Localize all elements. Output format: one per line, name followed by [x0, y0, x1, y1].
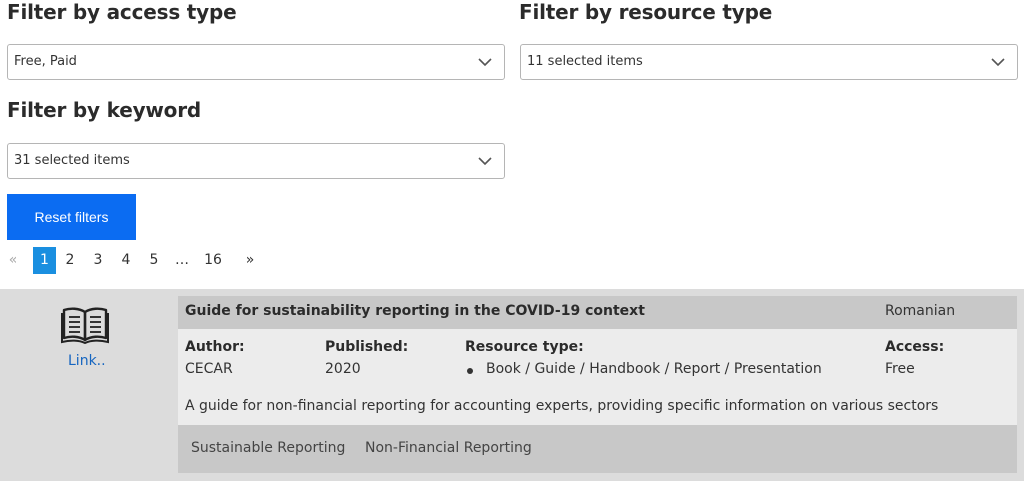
keyword-value: 31 selected items	[14, 153, 130, 168]
chevron-down-icon	[991, 58, 1005, 67]
keyword-filter-title: Filter by keyword	[7, 98, 202, 122]
pagination-page-4[interactable]: 4	[118, 247, 134, 274]
pagination-prev: «	[8, 252, 18, 268]
resource-type-label: Resource type:	[465, 339, 584, 355]
pagination-ellipsis: …	[175, 252, 189, 268]
resource-filter-title: Filter by resource type	[519, 0, 773, 24]
access-filter-title: Filter by access type	[7, 0, 237, 24]
resource-type-value: Book / Guide / Handbook / Report / Prese…	[486, 361, 822, 377]
author-label: Author:	[185, 339, 245, 355]
resource-link[interactable]: Link..	[68, 353, 106, 369]
tag-non-financial-reporting[interactable]: Non-Financial Reporting	[365, 425, 532, 471]
result-card-body: Author: CECAR Published: 2020 Resource t…	[178, 329, 1017, 425]
author-value: CECAR	[185, 361, 233, 377]
tag-sustainable-reporting[interactable]: Sustainable Reporting	[191, 425, 345, 471]
access-type-value: Free, Paid	[14, 54, 77, 69]
open-book-icon	[61, 307, 109, 344]
published-label: Published:	[325, 339, 409, 355]
pagination-page-1[interactable]: 1	[33, 247, 56, 274]
pagination-page-5[interactable]: 5	[146, 247, 162, 274]
result-card-header: Guide for sustainability reporting in th…	[178, 296, 1017, 329]
pagination-next[interactable]: »	[243, 247, 257, 274]
access-label: Access:	[885, 339, 945, 355]
chevron-down-icon	[478, 157, 492, 166]
access-value: Free	[885, 361, 915, 377]
result-language: Romanian	[885, 303, 956, 319]
result-title: Guide for sustainability reporting in th…	[185, 303, 645, 319]
resource-type-value: 11 selected items	[527, 54, 643, 69]
tags-bar: Sustainable Reporting Non-Financial Repo…	[178, 425, 1017, 473]
result-description: A guide for non-financial reporting for …	[185, 398, 939, 414]
resource-type-select[interactable]: 11 selected items	[520, 44, 1018, 80]
pagination-page-2[interactable]: 2	[62, 247, 78, 274]
published-value: 2020	[325, 361, 361, 377]
pagination-page-3[interactable]: 3	[90, 247, 106, 274]
pagination-page-16[interactable]: 16	[202, 247, 224, 274]
keyword-select[interactable]: 31 selected items	[7, 143, 505, 179]
list-bullet	[467, 368, 473, 374]
access-type-select[interactable]: Free, Paid	[7, 44, 505, 80]
reset-filters-button[interactable]: Reset filters	[7, 194, 136, 240]
chevron-down-icon	[478, 58, 492, 67]
